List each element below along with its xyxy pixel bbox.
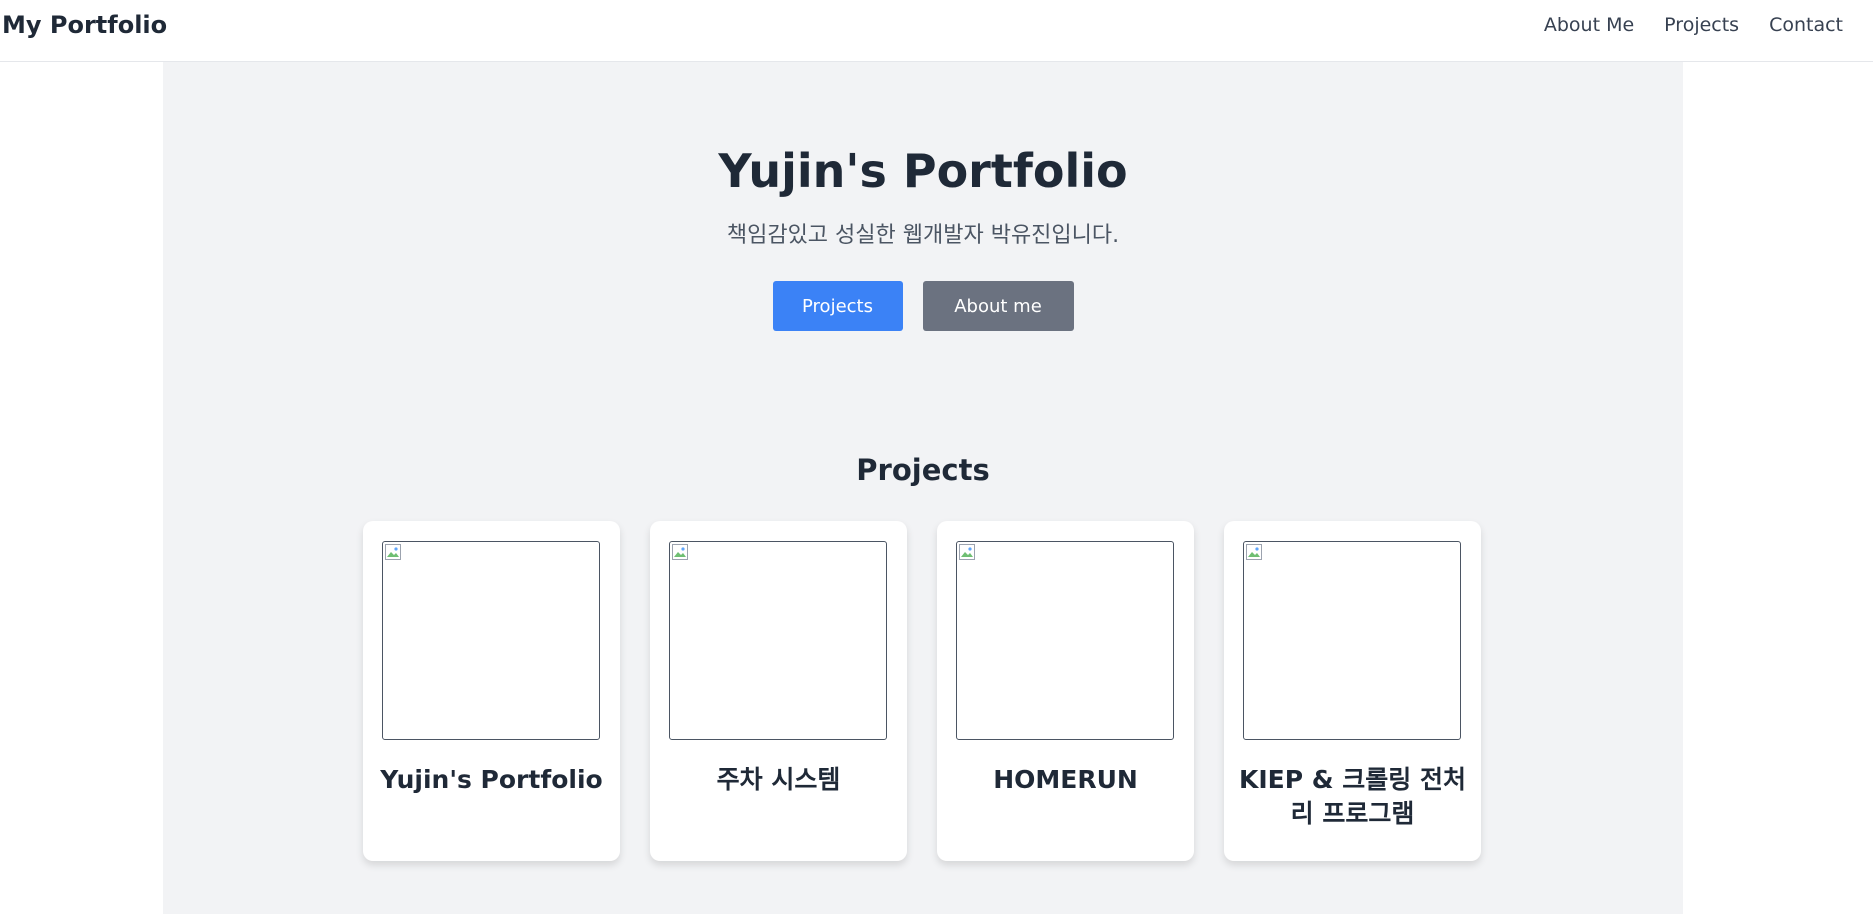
hero-subtitle: 책임감있고 성실한 웹개발자 박유진입니다. — [726, 223, 1120, 248]
hero-title: Yujin's Portfolio — [718, 144, 1128, 198]
main-content: Yujin's Portfolio 책임감있고 성실한 웹개발자 박유진입니다.… — [163, 62, 1683, 914]
navbar: My Portfolio About Me Projects Contact — [0, 0, 1873, 62]
site-brand[interactable]: My Portfolio — [2, 11, 167, 39]
nav-link-about-me[interactable]: About Me — [1544, 14, 1634, 36]
nav-link-contact[interactable]: Contact — [1769, 14, 1843, 36]
hero-buttons: Projects About me — [163, 281, 1683, 331]
broken-image-icon — [672, 544, 688, 560]
project-image — [956, 541, 1174, 740]
project-title: KIEP & 크롤링 전처리 프로그램 — [1239, 765, 1466, 828]
about-me-button[interactable]: About me — [922, 281, 1074, 331]
broken-image-icon — [1246, 544, 1262, 560]
project-card[interactable]: Yujin's Portfolio — [363, 521, 620, 861]
project-image — [1243, 541, 1461, 740]
project-title: Yujin's Portfolio — [380, 765, 603, 794]
project-image — [669, 541, 887, 740]
nav-links: About Me Projects Contact — [1544, 14, 1843, 36]
broken-image-icon — [385, 544, 401, 560]
project-card[interactable]: 주차 시스템 — [650, 521, 907, 861]
projects-section-title: Projects — [856, 453, 990, 487]
project-card[interactable]: HOMERUN — [937, 521, 1194, 861]
project-title: 주차 시스템 — [716, 765, 841, 794]
project-image — [382, 541, 600, 740]
project-title: HOMERUN — [993, 765, 1138, 794]
project-cards: Yujin's Portfolio 주차 시스템 HOMERUN KIEP & … — [363, 521, 1481, 861]
projects-button[interactable]: Projects — [772, 281, 903, 331]
nav-link-projects[interactable]: Projects — [1664, 14, 1739, 36]
project-card[interactable]: KIEP & 크롤링 전처리 프로그램 — [1224, 521, 1481, 861]
broken-image-icon — [959, 544, 975, 560]
